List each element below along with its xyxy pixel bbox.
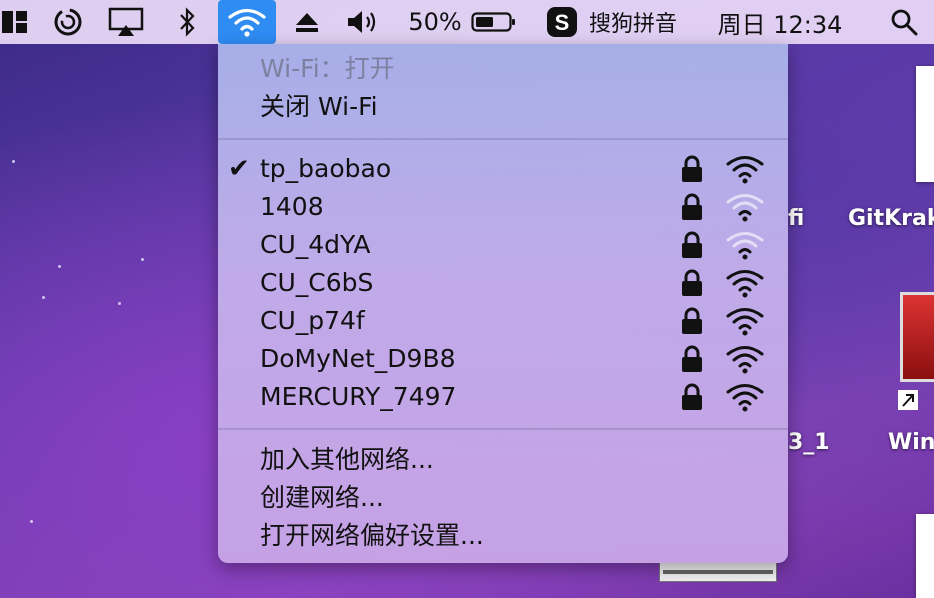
wifi-signal-icon	[724, 306, 766, 336]
wifi-dropdown-menu: Wi-Fi：打开 关闭 Wi-Fi ✔ tp_baobao 1408 CU_4dYA C…	[218, 44, 788, 563]
network-item[interactable]: 1408	[218, 188, 788, 226]
menu-bar: 50% S 搜狗拼音 周日 12:34	[0, 0, 934, 44]
wifi-signal-icon	[724, 230, 766, 260]
battery-icon[interactable]	[470, 0, 518, 44]
wifi-status-label: Wi-Fi：打开	[260, 54, 395, 83]
checkmark-icon: ✔	[228, 154, 250, 184]
turn-off-wifi-label: 关闭 Wi-Fi	[260, 92, 378, 121]
wifi-icon	[228, 8, 266, 37]
network-name: CU_p74f	[260, 306, 365, 335]
screenshot-thumbnail[interactable]	[659, 562, 777, 582]
create-network-label: 创建网络...	[260, 483, 384, 512]
lock-icon	[680, 307, 704, 335]
bluetooth-icon[interactable]	[172, 0, 202, 44]
network-name: 1408	[260, 192, 324, 221]
sogou-input-icon[interactable]: S	[544, 0, 580, 44]
desktop-file-icon[interactable]	[916, 66, 934, 182]
network-name: CU_4dYA	[260, 230, 371, 259]
network-item[interactable]: CU_p74f	[218, 302, 788, 340]
star	[42, 296, 45, 299]
menu-separator	[218, 138, 788, 140]
input-method-label[interactable]: 搜狗拼音	[587, 0, 679, 44]
create-network-item[interactable]: 创建网络...	[218, 479, 788, 517]
wifi-signal-icon	[724, 154, 766, 184]
star	[30, 520, 33, 523]
star	[141, 258, 144, 261]
menu-separator	[218, 428, 788, 430]
network-item[interactable]: CU_4dYA	[218, 226, 788, 264]
wifi-signal-icon	[724, 192, 766, 222]
clock[interactable]: 周日 12:34	[708, 0, 852, 44]
turn-off-wifi-item[interactable]: 关闭 Wi-Fi	[218, 88, 788, 126]
windows-grid-icon[interactable]	[0, 0, 30, 44]
desktop-label-gitkraken[interactable]: GitKrak	[848, 206, 934, 231]
sync-icon[interactable]	[48, 0, 88, 44]
wifi-signal-icon	[724, 382, 766, 412]
network-name: CU_C6bS	[260, 268, 374, 297]
open-network-preferences-label: 打开网络偏好设置...	[260, 521, 484, 550]
lock-icon	[680, 383, 704, 411]
svg-text:S: S	[555, 10, 570, 35]
network-item[interactable]: DoMyNet_D9B8	[218, 340, 788, 378]
desktop-label-fi[interactable]: fi	[788, 206, 804, 231]
lock-icon	[680, 269, 704, 297]
eject-icon[interactable]	[292, 0, 322, 44]
join-other-network-item[interactable]: 加入其他网络...	[218, 441, 788, 479]
thumbnail-menubar	[663, 570, 773, 574]
network-item[interactable]: MERCURY_7497	[218, 378, 788, 416]
volume-icon[interactable]	[344, 0, 384, 44]
network-name: MERCURY_7497	[260, 382, 457, 411]
desktop-label-3-1[interactable]: 3_1	[788, 430, 830, 455]
network-name: DoMyNet_D9B8	[260, 344, 456, 373]
lock-icon	[680, 155, 704, 183]
alias-arrow-icon	[898, 390, 918, 410]
lock-icon	[680, 345, 704, 373]
desktop-file-icon[interactable]	[916, 514, 934, 598]
wifi-signal-icon	[724, 268, 766, 298]
star	[12, 160, 15, 163]
airplay-icon[interactable]	[106, 0, 146, 44]
lock-icon	[680, 231, 704, 259]
desktop-label-win[interactable]: Win	[888, 430, 934, 455]
battery-percent[interactable]: 50%	[408, 0, 462, 44]
network-item[interactable]: ✔ tp_baobao	[218, 150, 788, 188]
wifi-status-row: Wi-Fi：打开	[218, 50, 788, 88]
open-network-preferences-item[interactable]: 打开网络偏好设置...	[218, 517, 788, 555]
wifi-menu-button[interactable]	[218, 0, 276, 44]
spotlight-search-icon[interactable]	[886, 0, 922, 44]
desktop-app-icon[interactable]	[900, 292, 934, 382]
star	[118, 302, 121, 305]
lock-icon	[680, 193, 704, 221]
star	[58, 265, 61, 268]
network-item[interactable]: CU_C6bS	[218, 264, 788, 302]
wifi-signal-icon	[724, 344, 766, 374]
join-other-network-label: 加入其他网络...	[260, 445, 434, 474]
network-name: tp_baobao	[260, 154, 392, 183]
